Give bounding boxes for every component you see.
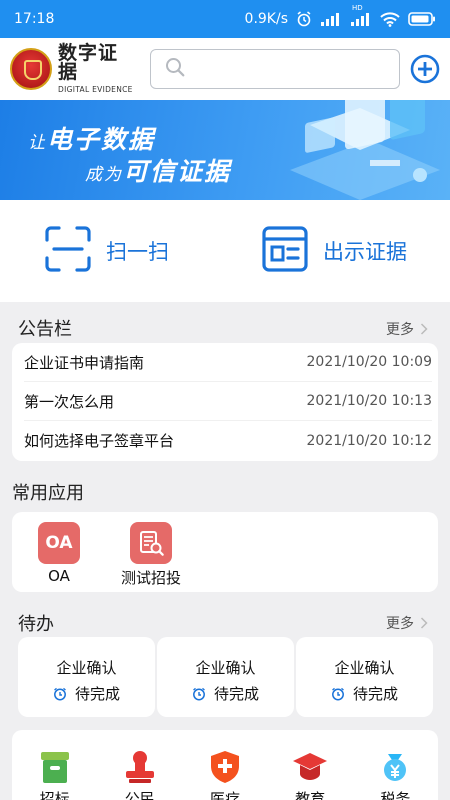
wifi-icon — [380, 11, 400, 27]
alarm-icon — [296, 11, 312, 27]
add-button[interactable] — [410, 54, 440, 84]
category-citizen[interactable]: 公民 — [115, 748, 165, 800]
category-grid: 招标 公民 医疗 教育 税务 — [12, 730, 438, 800]
notice-list: 企业证书申请指南 2021/10/20 10:09 第一次怎么用 2021/10… — [12, 343, 438, 461]
category-label: 税务 — [380, 790, 411, 800]
notice-item[interactable]: 如何选择电子签章平台 2021/10/20 10:12 — [24, 421, 432, 460]
document-search-icon — [130, 522, 172, 564]
banner-line-1-prefix: 让 — [28, 133, 47, 153]
notice-more-label: 更多 — [386, 322, 414, 338]
clock-icon — [193, 687, 205, 700]
todo-card[interactable]: 企业确认 待完成 — [296, 637, 433, 717]
category-label: 招标 — [39, 790, 70, 800]
app-test-bidding[interactable]: 测试招投 — [119, 522, 183, 592]
app-header: 数字证据 DIGITAL EVIDENCE — [0, 38, 450, 100]
show-evidence-button[interactable]: 出示证据 — [225, 200, 450, 302]
hd-label: HD — [352, 4, 363, 12]
scan-icon — [44, 225, 92, 277]
banner-line-1-text: 电子数据 — [47, 125, 156, 154]
graduation-cap-icon — [293, 753, 328, 780]
battery-icon — [408, 12, 436, 26]
todo-status-label: 待完成 — [74, 685, 120, 703]
notice-item[interactable]: 企业证书申请指南 2021/10/20 10:09 — [24, 343, 432, 382]
category-education[interactable]: 教育 — [285, 748, 335, 800]
app-oa[interactable]: OA OA — [27, 522, 91, 592]
todo-more-link[interactable]: 更多 — [386, 613, 428, 633]
notice-item-title: 企业证书申请指南 — [24, 353, 145, 372]
todo-status-label: 待完成 — [352, 685, 398, 703]
category-label: 公民 — [124, 790, 155, 800]
category-label: 教育 — [295, 790, 326, 800]
quick-actions: 扫一扫 出示证据 — [0, 200, 450, 302]
notice-item[interactable]: 第一次怎么用 2021/10/20 10:13 — [24, 382, 432, 421]
seal-stamp-icon — [125, 751, 154, 783]
status-bar: 17:18 0.9K/s HD — [0, 0, 450, 38]
logo: 数字证据 DIGITAL EVIDENCE — [58, 44, 137, 94]
todo-more-label: 更多 — [386, 616, 414, 632]
logo-emblem-icon — [10, 48, 52, 90]
common-apps: OA OA 测试招投 — [12, 512, 438, 592]
todo-card-status: 待完成 — [53, 683, 120, 704]
todo-status-label: 待完成 — [213, 685, 259, 703]
evidence-card-icon — [261, 225, 309, 277]
todo-title: 待办 — [18, 614, 54, 635]
notice-item-title: 如何选择电子签章平台 — [24, 432, 175, 450]
notice-more-link[interactable]: 更多 — [386, 319, 428, 339]
app-label: OA — [48, 567, 70, 585]
promo-banner[interactable]: 让电子数据 成为可信证据 — [0, 100, 450, 200]
todo-card[interactable]: 企业确认 待完成 — [18, 637, 155, 717]
status-time: 17:18 — [14, 11, 55, 27]
archive-box-icon — [40, 752, 69, 783]
scan-label: 扫一扫 — [106, 240, 169, 264]
app-label: 测试招投 — [120, 569, 181, 587]
notice-item-date: 2021/10/20 10:12 — [306, 432, 433, 449]
banner-line-2-prefix: 成为 — [85, 165, 123, 185]
signal-icon — [320, 12, 342, 26]
banner-line-2-text: 可信证据 — [123, 157, 232, 186]
search-icon — [165, 57, 185, 81]
signal-hd-icon: HD — [350, 4, 372, 26]
banner-illustration — [290, 100, 440, 200]
notice-item-date: 2021/10/20 10:09 — [306, 354, 433, 370]
todo-card-title: 企业确认 — [334, 659, 395, 677]
logo-subtitle: DIGITAL EVIDENCE — [58, 85, 133, 95]
notice-board-title: 公告栏 — [18, 319, 72, 340]
todo-card-title: 企业确认 — [195, 659, 256, 677]
todo-card[interactable]: 企业确认 待完成 — [157, 637, 294, 717]
show-evidence-label: 出示证据 — [323, 240, 407, 264]
todo-card-title: 企业确认 — [56, 659, 117, 677]
medical-shield-icon — [210, 751, 239, 783]
logo-title: 数字证据 — [58, 42, 119, 84]
category-label: 医疗 — [209, 790, 240, 800]
notice-item-title: 第一次怎么用 — [24, 392, 115, 411]
chevron-right-icon — [420, 323, 428, 335]
notice-item-date: 2021/10/20 10:13 — [306, 393, 433, 409]
plus-circle-icon — [410, 54, 440, 84]
chevron-right-icon — [420, 617, 428, 629]
category-medical[interactable]: 医疗 — [200, 748, 250, 800]
clock-icon — [54, 687, 66, 700]
tax-money-icon — [384, 754, 407, 781]
search-input[interactable] — [150, 49, 400, 89]
category-tax[interactable]: 税务 — [370, 748, 420, 800]
clock-icon — [332, 687, 344, 700]
network-speed: 0.9K/s — [244, 11, 288, 27]
oa-icon: OA — [38, 522, 80, 564]
banner-line-1: 让电子数据 — [28, 120, 155, 156]
scan-button[interactable]: 扫一扫 — [0, 200, 225, 302]
category-bidding[interactable]: 招标 — [30, 748, 80, 800]
todo-card-status: 待完成 — [192, 683, 259, 704]
todo-card-status: 待完成 — [331, 683, 398, 704]
common-apps-title: 常用应用 — [12, 483, 84, 504]
banner-line-2: 成为可信证据 — [85, 152, 231, 188]
